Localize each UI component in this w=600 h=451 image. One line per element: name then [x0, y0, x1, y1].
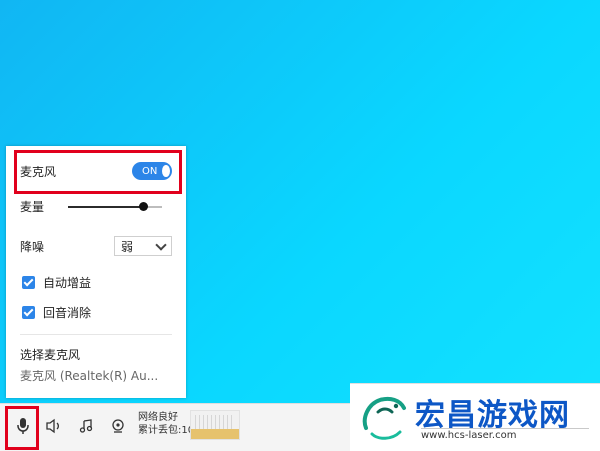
echo-label: 回音消除 [43, 306, 92, 320]
watermark-url: www.hcs-laser.com [421, 430, 517, 441]
echo-checkbox[interactable] [22, 306, 35, 319]
selected-mic-row[interactable]: 麦克风 (Realtek(R) Au... [20, 367, 172, 384]
webcam-icon [112, 419, 124, 433]
highlight-box-mic-toggle [14, 150, 182, 194]
echo-row: 回音消除 [22, 304, 172, 321]
network-graph-grid [195, 415, 235, 429]
microphone-panel: 麦克风 ON 麦量 降噪 弱 自动增益 回音消除 选择麦克风 麦克风 (Real… [6, 146, 186, 398]
speaker-icon [46, 418, 59, 434]
chevron-down-icon [155, 238, 167, 251]
auto-gain-checkbox[interactable] [22, 276, 35, 289]
noise-dropdown[interactable]: 弱 [114, 236, 172, 256]
network-quality: 网络良好 [138, 412, 178, 423]
selected-mic[interactable]: 麦克风 (Realtek(R) Au... [20, 367, 158, 384]
network-graph [190, 410, 240, 440]
watermark-divider [421, 428, 589, 429]
music-note-icon [79, 419, 93, 433]
network-status: 网络良好 累计丢包:10 [138, 411, 194, 437]
speaker-button[interactable] [40, 412, 68, 440]
auto-gain-row: 自动增益 [22, 274, 172, 291]
network-graph-fill [191, 429, 239, 439]
auto-gain-label: 自动增益 [43, 276, 92, 290]
camera-button[interactable] [104, 412, 132, 440]
highlight-box-mic-button [5, 406, 39, 450]
select-mic-label: 选择麦克风 [20, 348, 81, 362]
dragon-logo-icon [362, 396, 406, 440]
packet-loss: 累计丢包:10 [138, 425, 195, 436]
music-button[interactable] [72, 412, 100, 440]
noise-row: 降噪 弱 [20, 236, 172, 256]
select-mic-row: 选择麦克风 [20, 346, 172, 363]
volume-row: 麦量 [20, 198, 172, 215]
watermark: 宏昌游戏网 www.hcs-laser.com [350, 383, 600, 451]
noise-value: 弱 [121, 239, 134, 254]
volume-slider[interactable] [68, 201, 163, 213]
divider [20, 334, 172, 335]
bottom-toolbar: 网络良好 累计丢包:10 [0, 403, 350, 451]
volume-label: 麦量 [20, 200, 45, 214]
noise-label: 降噪 [20, 239, 45, 254]
volume-slider-thumb[interactable] [139, 201, 149, 211]
